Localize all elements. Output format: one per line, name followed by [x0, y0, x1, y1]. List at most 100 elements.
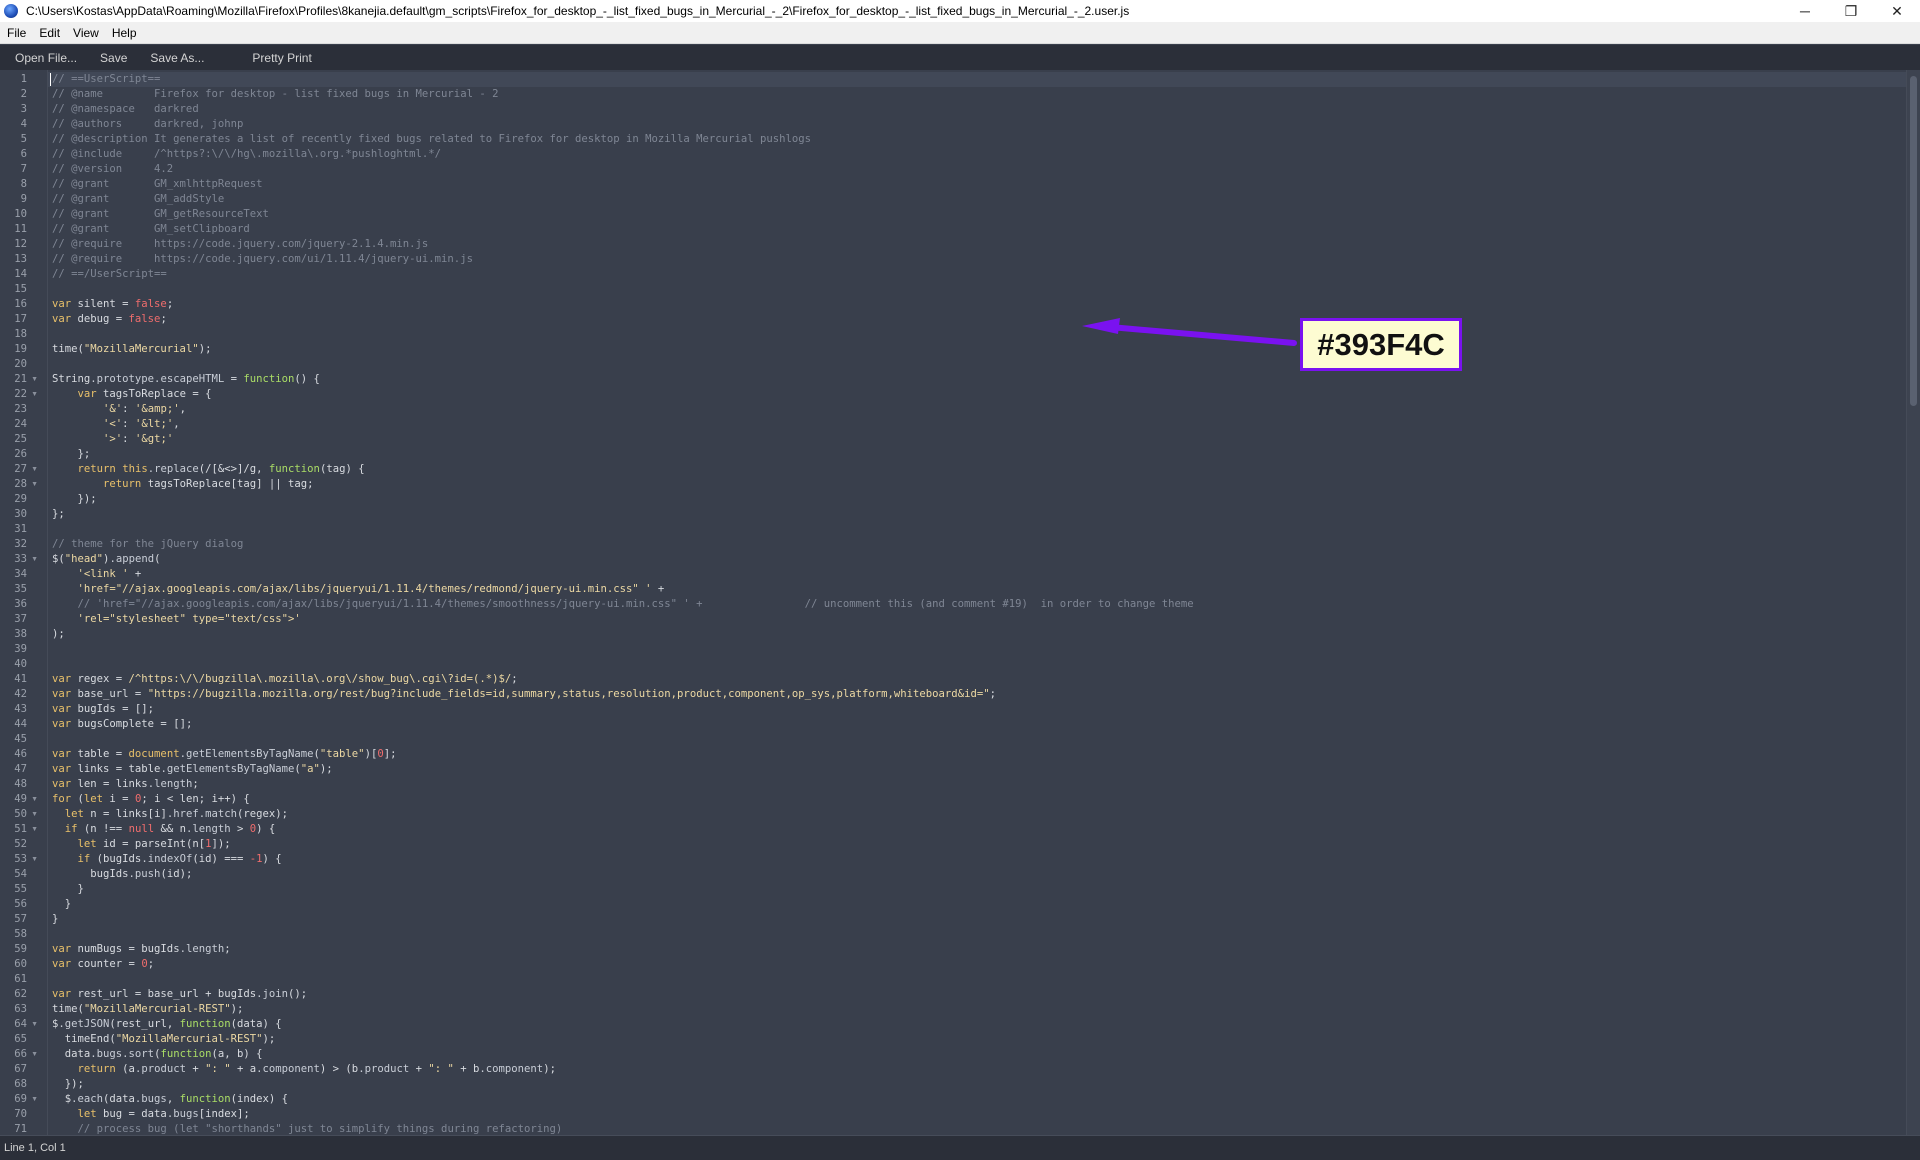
line-number: 2	[20, 88, 27, 100]
menu-help[interactable]: Help	[105, 26, 142, 40]
restore-button[interactable]: ❐	[1828, 0, 1874, 22]
code-line: let n = links[i].href.match(regex);	[52, 807, 288, 822]
code-token: ]);	[211, 838, 231, 850]
line-number: 13	[14, 253, 27, 265]
menu-file[interactable]: File	[0, 26, 31, 40]
code-line: 'rel="stylesheet" type="text/css">'	[52, 612, 301, 627]
menu-view[interactable]: View	[66, 26, 104, 40]
code-token: ) {	[262, 853, 282, 865]
fold-toggle-icon[interactable]: ▼	[31, 387, 38, 402]
fold-toggle-icon[interactable]: ▼	[31, 552, 38, 567]
code-area[interactable]: // ==UserScript== // @name Firefox for de…	[48, 70, 1906, 1135]
line-number: 23	[14, 403, 27, 415]
menu-edit[interactable]: Edit	[32, 26, 65, 40]
code-token: (a	[115, 1063, 135, 1075]
vertical-scrollbar[interactable]	[1906, 70, 1920, 1135]
line-number: 14	[14, 268, 27, 280]
code-token: '&amp;'	[134, 403, 180, 415]
fold-toggle-icon[interactable]: ▼	[31, 1047, 38, 1062]
code-token: .component	[479, 1063, 544, 1075]
code-token: time(	[52, 343, 84, 355]
code-token: .product	[134, 1063, 186, 1075]
line-number: 59	[14, 943, 27, 955]
title-bar: C:\Users\Kostas\AppData\Roaming\Mozilla\…	[0, 0, 1920, 22]
line-number: 17	[14, 313, 27, 325]
code-token: var	[52, 748, 72, 760]
code-token: // 'href="//ajax.googleapis.com/ajax/lib…	[77, 598, 1194, 610]
fold-toggle-icon[interactable]: ▼	[31, 462, 38, 477]
code-token: .product	[358, 1063, 410, 1075]
fold-toggle-icon[interactable]: ▼	[31, 792, 38, 807]
line-number: 16	[14, 298, 27, 310]
code-token: .join	[256, 988, 288, 1000]
fold-toggle-icon[interactable]: ▼	[31, 1092, 38, 1107]
line-number: 30	[14, 508, 27, 520]
code-token: counter =	[71, 958, 142, 970]
fold-toggle-icon[interactable]: ▼	[31, 477, 38, 492]
open-file-button[interactable]: Open File...	[7, 47, 85, 68]
code-token: // @description It generates a list of r…	[52, 133, 811, 145]
line-number: 55	[14, 883, 27, 895]
code-token: ,	[173, 418, 180, 430]
save-button[interactable]: Save	[92, 47, 135, 68]
scrollbar-thumb[interactable]	[1910, 76, 1917, 406]
code-token: function	[179, 1093, 231, 1105]
code-line: // @description It generates a list of r…	[52, 132, 811, 147]
code-editor[interactable]: 1 2 3 4 5 6 7 8 9 10 11 12 13 14 15 16 17 18 19 20 21 ▼ 22 ▼ 23 2…	[0, 70, 1920, 1135]
fold-toggle-icon[interactable]: ▼	[31, 372, 38, 387]
code-token: var	[52, 778, 72, 790]
minimize-button[interactable]: ─	[1782, 0, 1828, 22]
code-token: }	[52, 898, 72, 910]
code-token: /^https:\/\/bugzilla\.mozilla\.org\/show…	[128, 673, 512, 685]
code-token: time(	[52, 1003, 84, 1015]
code-token: .replace	[147, 463, 199, 475]
code-line: // @grant GM_xmlhttpRequest	[52, 177, 262, 192]
line-number: 19	[14, 343, 27, 355]
code-line: // 'href="//ajax.googleapis.com/ajax/lib…	[52, 597, 1194, 612]
code-line: var silent = false;	[52, 297, 173, 312]
code-token: 'href="//ajax.googleapis.com/ajax/libs/j…	[77, 583, 652, 595]
save-as-button[interactable]: Save As...	[142, 47, 212, 68]
code-line: var links = table.getElementsByTagName("…	[52, 762, 333, 777]
code-line: );	[52, 627, 65, 642]
code-token: };	[52, 508, 65, 520]
fold-toggle-icon[interactable]: ▼	[31, 852, 38, 867]
code-line: }	[52, 882, 84, 897]
code-line: // @authors darkred, johnp	[52, 117, 243, 132]
code-token: .getElementsByTagName	[160, 763, 295, 775]
close-button[interactable]: ✕	[1874, 0, 1920, 22]
code-token: debug =	[71, 313, 129, 325]
code-token: null	[128, 823, 155, 835]
fold-toggle-icon[interactable]: ▼	[31, 807, 38, 822]
code-token: =	[224, 373, 244, 385]
window-title: C:\Users\Kostas\AppData\Roaming\Mozilla\…	[26, 4, 1130, 18]
code-token: ": "	[205, 1063, 231, 1075]
pretty-print-button[interactable]: Pretty Print	[244, 47, 319, 68]
fold-toggle-icon[interactable]: ▼	[31, 1017, 38, 1032]
fold-toggle-icon[interactable]: ▼	[31, 822, 38, 837]
line-number: 29	[14, 493, 27, 505]
line-number: 60	[14, 958, 27, 970]
code-token: .each	[71, 1093, 104, 1105]
code-token: var	[77, 388, 97, 400]
line-number: 48	[14, 778, 27, 790]
code-token: });	[52, 493, 97, 505]
line-number: 28	[14, 478, 27, 490]
code-token: (data) {	[230, 1018, 282, 1030]
line-number: 66	[14, 1048, 27, 1060]
code-token: var	[52, 763, 72, 775]
code-token: 'rel="stylesheet" type="text/css">'	[77, 613, 301, 625]
code-token: // @version 4.2	[52, 163, 174, 175]
line-number: 46	[14, 748, 27, 760]
code-token: var	[52, 673, 72, 685]
code-token: .component	[256, 1063, 320, 1075]
code-token: .length	[147, 778, 193, 790]
line-number: 58	[14, 928, 27, 940]
line-number: 1	[20, 73, 27, 85]
code-token: table =	[71, 748, 129, 760]
code-token: ) > (b	[319, 1063, 359, 1075]
menu-bar: File Edit View Help	[0, 22, 1920, 44]
code-token: (id) ===	[192, 853, 250, 865]
code-token: "a"	[300, 763, 320, 775]
code-token: "MozillaMercurial-REST"	[115, 1033, 263, 1045]
